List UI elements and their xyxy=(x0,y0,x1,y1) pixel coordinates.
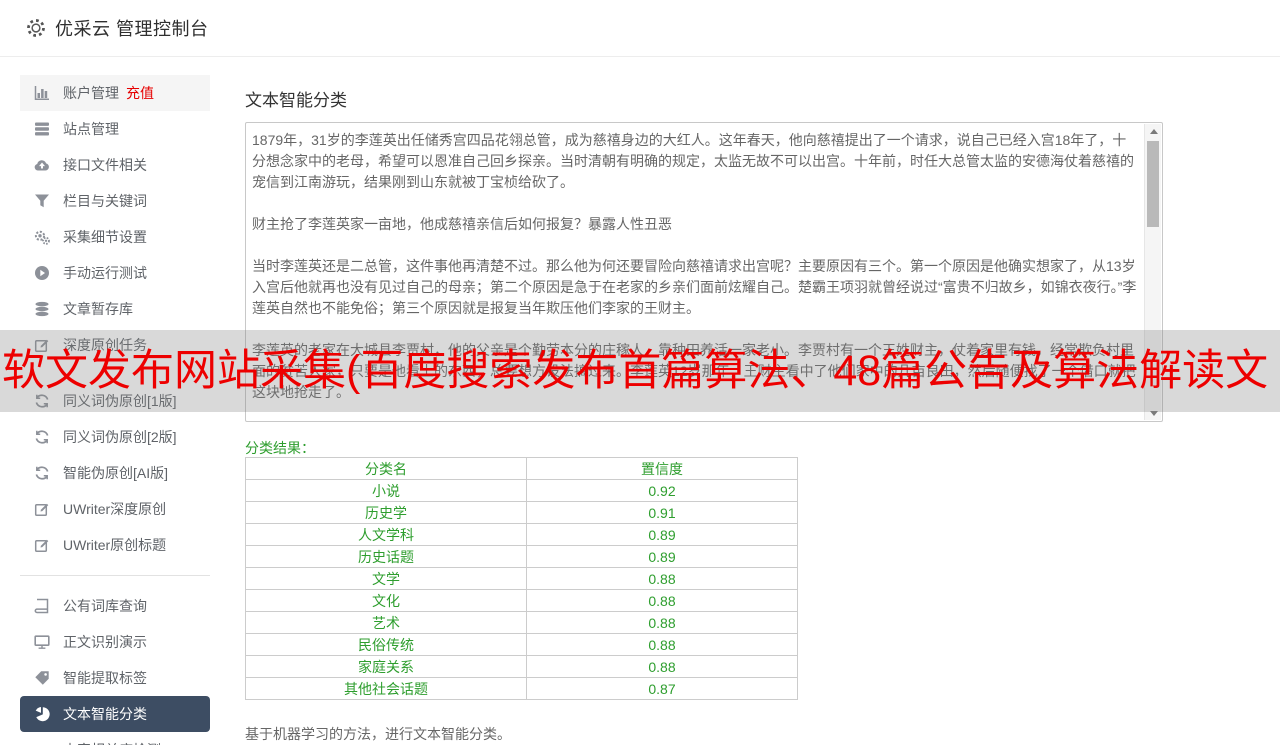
sidebar-item-5[interactable]: 手动运行测试 xyxy=(20,255,210,291)
scrollbar-thumb[interactable] xyxy=(1147,141,1159,227)
sidebar-item-label: UWriter深度原创 xyxy=(63,501,167,517)
table-row: 艺术 0.88 xyxy=(245,611,798,634)
table-row: 文学 0.88 xyxy=(245,567,798,590)
sidebar-item-label: 智能伪原创[AI版] xyxy=(63,465,169,481)
watermark-text: 软文发布网站采集(百度搜索发布首篇算法、48篇公告及算法解读文 xyxy=(2,347,1269,395)
sidebar-item-3[interactable]: 栏目与关键词 xyxy=(20,183,210,219)
table-row: 家庭关系 0.88 xyxy=(245,655,798,678)
sidebar-item-10[interactable]: 智能伪原创[AI版] xyxy=(20,455,210,491)
sidebar-item-0[interactable]: 账户管理 充值 xyxy=(20,75,210,111)
sidebar-item-15[interactable]: 正文识别演示 xyxy=(20,624,210,660)
sidebar-item-9[interactable]: 同义词伪原创[2版] xyxy=(20,419,210,455)
sidebar-item-18[interactable]: 内容相关度检测 xyxy=(20,732,210,745)
table-row: 历史话题 0.89 xyxy=(245,545,798,568)
cloud-upload-icon xyxy=(34,157,50,173)
table-cell: 0.88 xyxy=(526,589,798,612)
triangle-up-icon xyxy=(1149,128,1158,134)
filter-icon xyxy=(34,193,50,209)
sidebar-item-label: 站点管理 xyxy=(63,121,119,137)
tag-icon xyxy=(34,670,50,686)
edit-icon xyxy=(34,501,50,517)
recharge-link[interactable]: 充值 xyxy=(126,83,154,103)
gear-icon xyxy=(25,17,47,39)
table-header-row: 分类名 置信度 xyxy=(245,457,798,480)
table-cell: 家庭关系 xyxy=(245,655,527,678)
sidebar-item-label: 正文识别演示 xyxy=(63,634,147,650)
table-cell: 0.89 xyxy=(526,523,798,546)
refresh-icon xyxy=(34,465,50,481)
sidebar-item-label: 文章暂存库 xyxy=(63,301,133,317)
sidebar-item-1[interactable]: 站点管理 xyxy=(20,111,210,147)
bar-chart-icon xyxy=(34,85,50,101)
table-cell: 0.87 xyxy=(526,677,798,700)
sidebar-item-label: 采集细节设置 xyxy=(63,229,147,245)
sidebar-item-label: UWriter原创标题 xyxy=(63,537,167,553)
table-cell: 0.88 xyxy=(526,611,798,634)
table-cell: 小说 xyxy=(245,479,527,502)
table-cell: 民俗传统 xyxy=(245,633,527,656)
sidebar-item-label: 公有词库查询 xyxy=(63,598,147,614)
article-paragraph: 财主抢了李莲英家一亩地，他成慈禧亲信后如何报复？暴露人性丑恶 xyxy=(252,216,672,232)
top-header: 优采云 管理控制台 xyxy=(0,0,1280,57)
sidebar-item-6[interactable]: 文章暂存库 xyxy=(20,291,210,327)
table-cell: 0.91 xyxy=(526,501,798,524)
table-row: 历史学 0.91 xyxy=(245,501,798,524)
result-label: 分类结果： xyxy=(245,440,315,456)
sidebar-item-label: 文本智能分类 xyxy=(63,706,147,722)
table-header-cell: 置信度 xyxy=(526,457,798,480)
table-cell: 0.89 xyxy=(526,545,798,568)
sidebar-item-label: 栏目与关键词 xyxy=(63,193,147,209)
table-row: 人文学科 0.89 xyxy=(245,523,798,546)
play-icon xyxy=(34,265,50,281)
database-icon xyxy=(34,301,50,317)
scroll-up-button[interactable] xyxy=(1145,124,1162,138)
table-cell: 艺术 xyxy=(245,611,527,634)
app-title: 优采云 管理控制台 xyxy=(55,19,209,39)
table-cell: 0.88 xyxy=(526,633,798,656)
sidebar-item-12[interactable]: UWriter原创标题 xyxy=(20,527,210,563)
table-cell: 人文学科 xyxy=(245,523,527,546)
edit-icon xyxy=(34,537,50,553)
sidebar-item-label: 账户管理 xyxy=(63,85,119,101)
sidebar-divider xyxy=(20,575,210,576)
sidebar-item-label: 手动运行测试 xyxy=(63,265,147,281)
sidebar-item-4[interactable]: 采集细节设置 xyxy=(20,219,210,255)
sidebar-item-17[interactable]: 文本智能分类 xyxy=(20,696,210,732)
sidebar-item-label: 同义词伪原创[2版] xyxy=(63,429,177,445)
sidebar-item-label: 内容相关度检测 xyxy=(63,740,161,745)
monitor-icon xyxy=(34,634,50,650)
sidebar-item-label: 接口文件相关 xyxy=(63,157,147,173)
table-cell: 文化 xyxy=(245,589,527,612)
table-cell: 历史学 xyxy=(245,501,527,524)
gears-icon xyxy=(34,229,50,245)
article-paragraph: 当时李莲英还是二总管，这件事他再清楚不过。那么他为何还要冒险向慈禧请求出宫呢？主… xyxy=(252,258,1137,316)
server-icon xyxy=(34,121,50,137)
classification-table: 分类名 置信度 小说 0.92 历史学 0.91 人文学科 0.89 历史话题 0.89 文学 0.… xyxy=(245,457,798,700)
page-title: 文本智能分类 xyxy=(245,91,347,110)
table-cell: 文学 xyxy=(245,567,527,590)
table-cell: 其他社会话题 xyxy=(245,677,527,700)
table-row: 文化 0.88 xyxy=(245,589,798,612)
footer-note: 基于机器学习的方法，进行文本智能分类。 xyxy=(245,726,511,742)
table-header-cell: 分类名 xyxy=(245,457,527,480)
table-cell: 0.92 xyxy=(526,479,798,502)
table-cell: 0.88 xyxy=(526,567,798,590)
article-paragraph: 1879年，31岁的李莲英出任储秀宫四品花翎总管，成为慈禧身边的大红人。这年春天… xyxy=(252,132,1134,190)
table-row: 小说 0.92 xyxy=(245,479,798,502)
app-window: 优采云 管理控制台 账户管理 充值站点管理接口文件相关 栏目与关键词 采集细节设置 手动… xyxy=(0,0,1280,745)
sidebar-item-2[interactable]: 接口文件相关 xyxy=(20,147,210,183)
pie-chart-icon xyxy=(34,706,50,722)
table-cell: 历史话题 xyxy=(245,545,527,568)
sidebar-item-16[interactable]: 智能提取标签 xyxy=(20,660,210,696)
sidebar-item-label: 智能提取标签 xyxy=(63,670,147,686)
table-cell: 0.88 xyxy=(526,655,798,678)
sidebar-item-14[interactable]: 公有词库查询 xyxy=(20,588,210,624)
table-row: 民俗传统 0.88 xyxy=(245,633,798,656)
refresh-icon xyxy=(34,429,50,445)
book-icon xyxy=(34,598,50,614)
sidebar-item-11[interactable]: UWriter深度原创 xyxy=(20,491,210,527)
table-row: 其他社会话题 0.87 xyxy=(245,677,798,700)
